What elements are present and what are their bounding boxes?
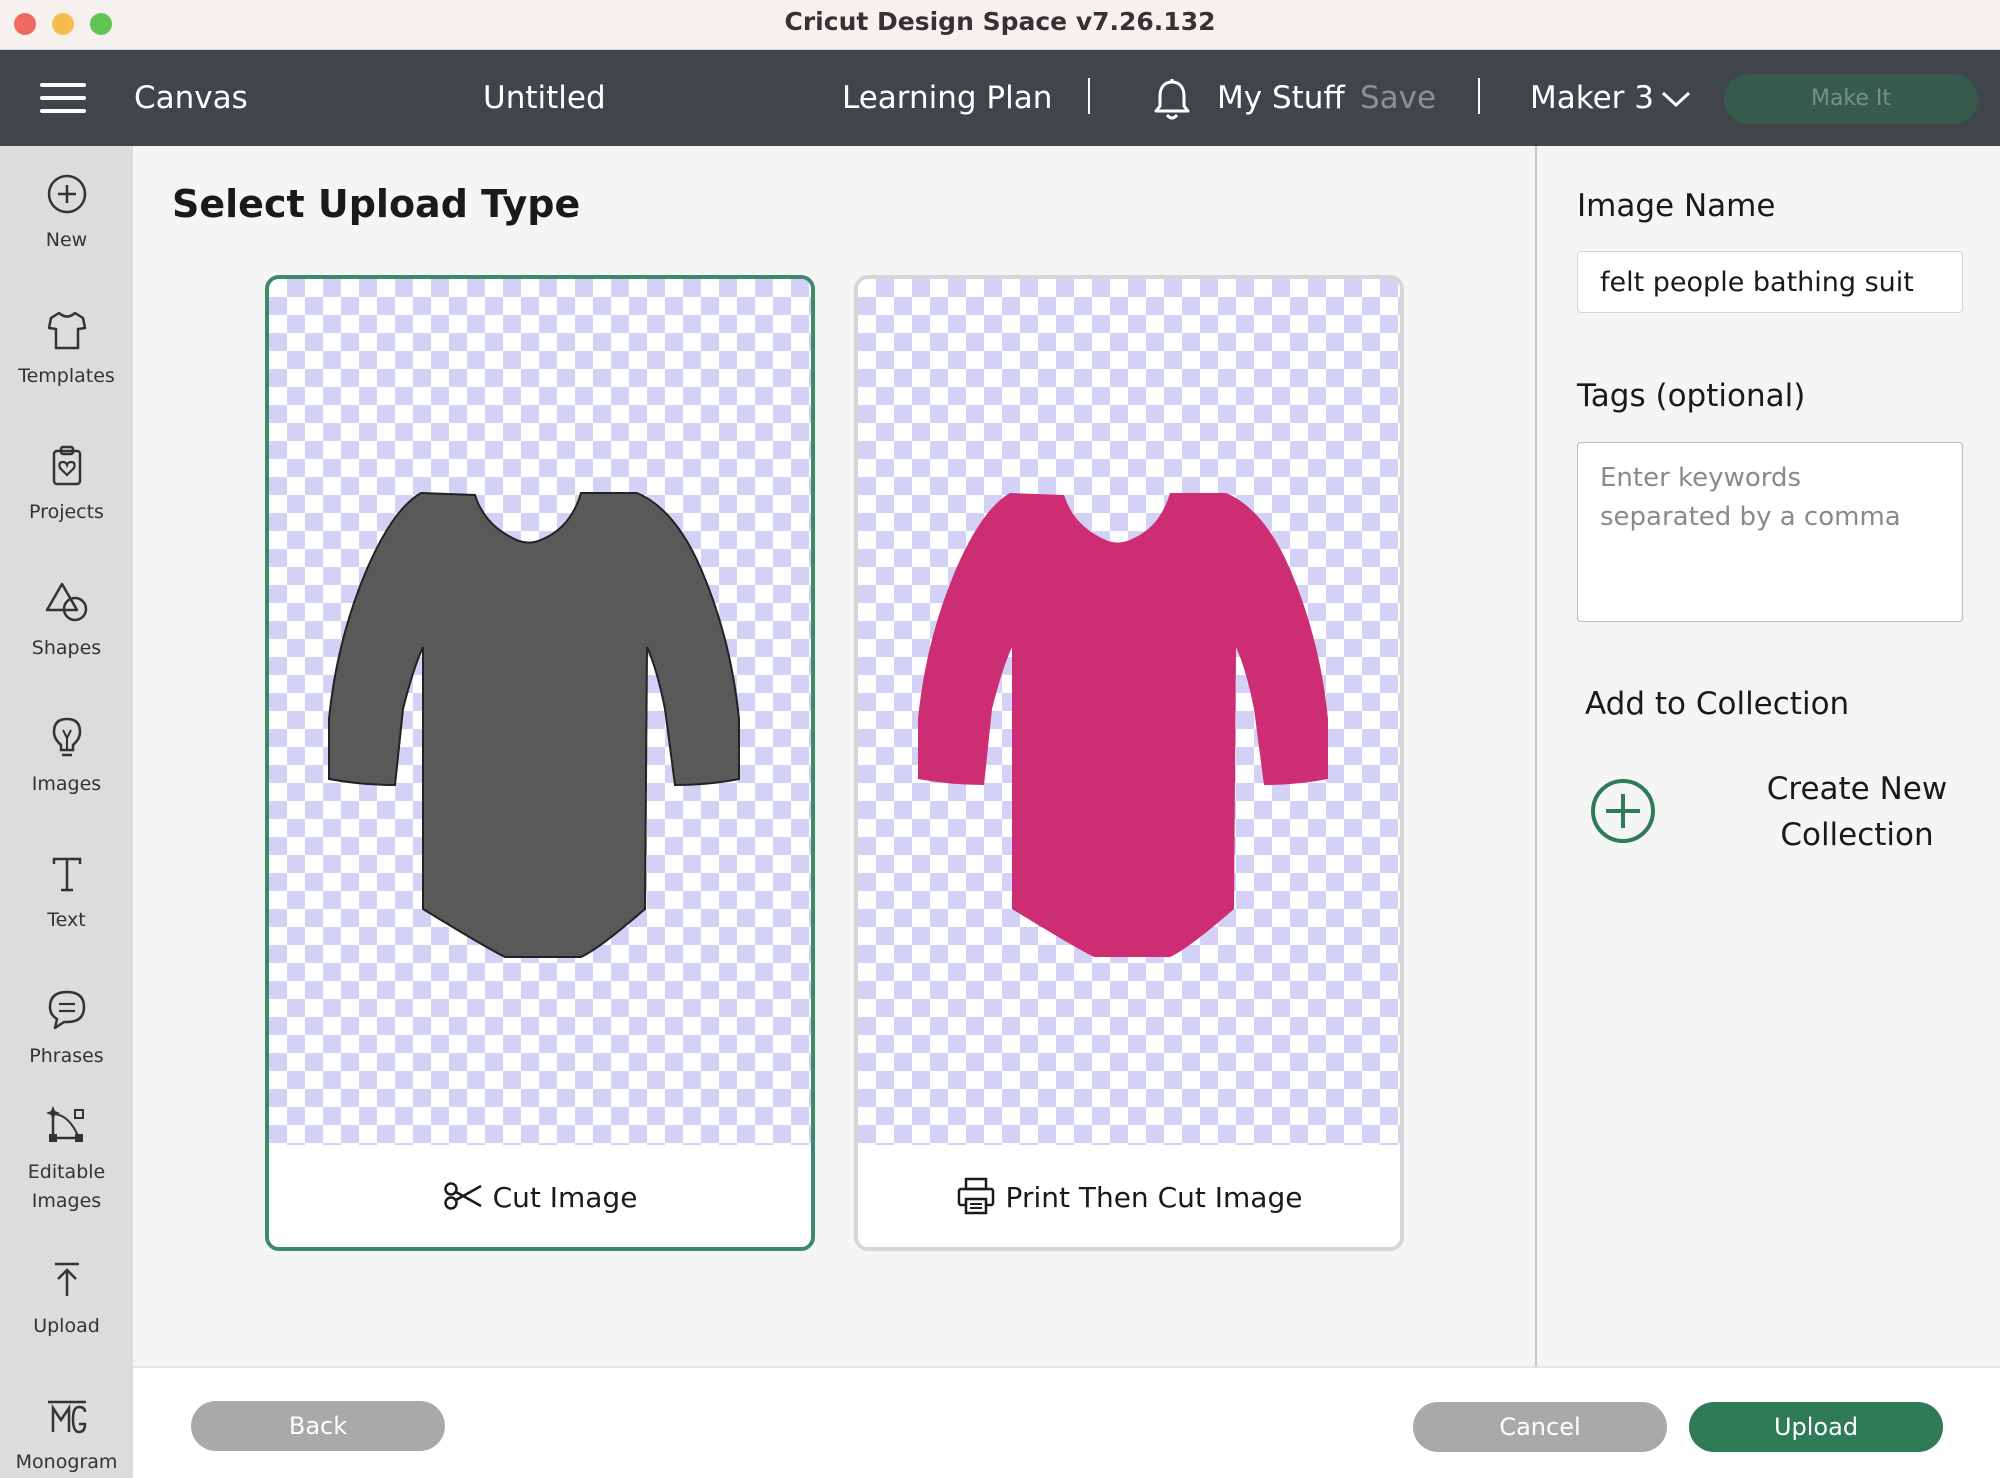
bodysuit-preview-image: [328, 491, 740, 958]
tags-textarea[interactable]: [1577, 442, 1963, 622]
sidebar-item-label: Projects: [29, 501, 104, 523]
sidebar-item-editable-images[interactable]: Editable Images: [0, 1104, 133, 1216]
sidebar-item-label: Monogram: [15, 1451, 118, 1473]
sidebar-item-label: New: [45, 229, 88, 251]
top-nav: Canvas Untitled Learning Plan My Stuff S…: [0, 50, 2000, 146]
machine-selector[interactable]: Maker 3: [1530, 50, 1654, 146]
sidebar-item-label: Text: [47, 909, 86, 931]
image-preview: [269, 279, 811, 1145]
right-panel: Image Name Tags (optional) Add to Collec…: [1535, 146, 2000, 1366]
image-name-label: Image Name: [1577, 188, 1776, 224]
image-name-input[interactable]: [1577, 251, 1963, 313]
bodysuit-preview-image: [918, 493, 1328, 957]
add-to-collection-label: Add to Collection: [1585, 686, 1850, 722]
sidebar-item-projects[interactable]: Projects: [0, 444, 133, 527]
text-icon: [52, 857, 81, 892]
sidebar-item-label: Images: [31, 773, 102, 795]
hamburger-menu-icon[interactable]: [40, 83, 88, 115]
sidebar-item-images[interactable]: Images: [0, 716, 133, 799]
canvas-title: Canvas: [134, 80, 248, 116]
bottom-action-bar: Back Cancel Upload: [133, 1366, 2000, 1478]
shapes-icon: [45, 582, 87, 622]
save-link[interactable]: Save: [1360, 50, 1436, 146]
window-title: Cricut Design Space v7.26.132: [784, 7, 1216, 36]
nav-separator: [1478, 78, 1480, 114]
clipboard-heart-icon: [52, 445, 81, 486]
image-preview: [858, 279, 1400, 1145]
sidebar-item-new[interactable]: New: [0, 172, 133, 255]
cut-image-label: Cut Image: [492, 1181, 638, 1214]
upload-button[interactable]: Upload: [1689, 1402, 1943, 1452]
tshirt-icon: [47, 311, 86, 350]
sidebar-item-label: Shapes: [31, 637, 102, 659]
cut-image-footer[interactable]: Cut Image: [269, 1145, 811, 1247]
sidebar-item-label: Templates: [18, 365, 115, 387]
print-then-cut-label: Print Then Cut Image: [1005, 1181, 1303, 1214]
window-titlebar: Cricut Design Space v7.26.132: [0, 0, 2000, 50]
sidebar-item-label: Upload: [33, 1315, 100, 1337]
create-new-collection-button[interactable]: Create New Collection: [1747, 766, 1967, 858]
learning-plan-link[interactable]: Learning Plan: [842, 50, 1052, 146]
project-name[interactable]: Untitled: [483, 50, 606, 146]
sidebar-item-phrases[interactable]: Phrases: [0, 988, 133, 1071]
nav-separator: [1088, 78, 1090, 114]
tags-label: Tags (optional): [1577, 378, 1806, 414]
scissors-icon: [443, 1182, 482, 1210]
page-title: Select Upload Type: [172, 182, 581, 226]
lightbulb-icon: [52, 717, 81, 757]
make-it-button[interactable]: Make It: [1724, 74, 1978, 124]
chevron-down-icon[interactable]: [1660, 88, 1692, 110]
print-then-cut-card[interactable]: Print Then Cut Image: [854, 275, 1404, 1251]
upload-arrow-icon: [54, 1262, 79, 1296]
sidebar-item-label: Editable Images: [27, 1161, 106, 1212]
monogram-icon: [47, 1400, 86, 1434]
left-sidebar: New Templates Projects Shapes Images Tex…: [0, 146, 133, 1478]
sidebar-item-upload[interactable]: Upload: [0, 1258, 133, 1341]
speech-bubble-icon: [48, 990, 85, 1030]
sidebar-item-text[interactable]: Text: [0, 852, 133, 935]
vector-edit-icon: [45, 1106, 84, 1142]
plus-circle-icon: [47, 174, 86, 214]
my-stuff-link[interactable]: My Stuff: [1217, 50, 1345, 146]
cancel-button[interactable]: Cancel: [1413, 1402, 1667, 1452]
print-then-cut-footer[interactable]: Print Then Cut Image: [858, 1145, 1400, 1247]
sidebar-item-shapes[interactable]: Shapes: [0, 580, 133, 663]
sidebar-item-templates[interactable]: Templates: [0, 308, 133, 391]
printer-icon: [957, 1177, 994, 1215]
add-collection-plus-icon[interactable]: [1590, 778, 1656, 844]
sidebar-item-label: Phrases: [29, 1045, 104, 1067]
back-button[interactable]: Back: [191, 1401, 445, 1451]
sidebar-item-monogram[interactable]: Monogram: [0, 1394, 133, 1477]
bell-icon[interactable]: [1152, 78, 1192, 122]
cut-image-card[interactable]: Cut Image: [265, 275, 815, 1251]
